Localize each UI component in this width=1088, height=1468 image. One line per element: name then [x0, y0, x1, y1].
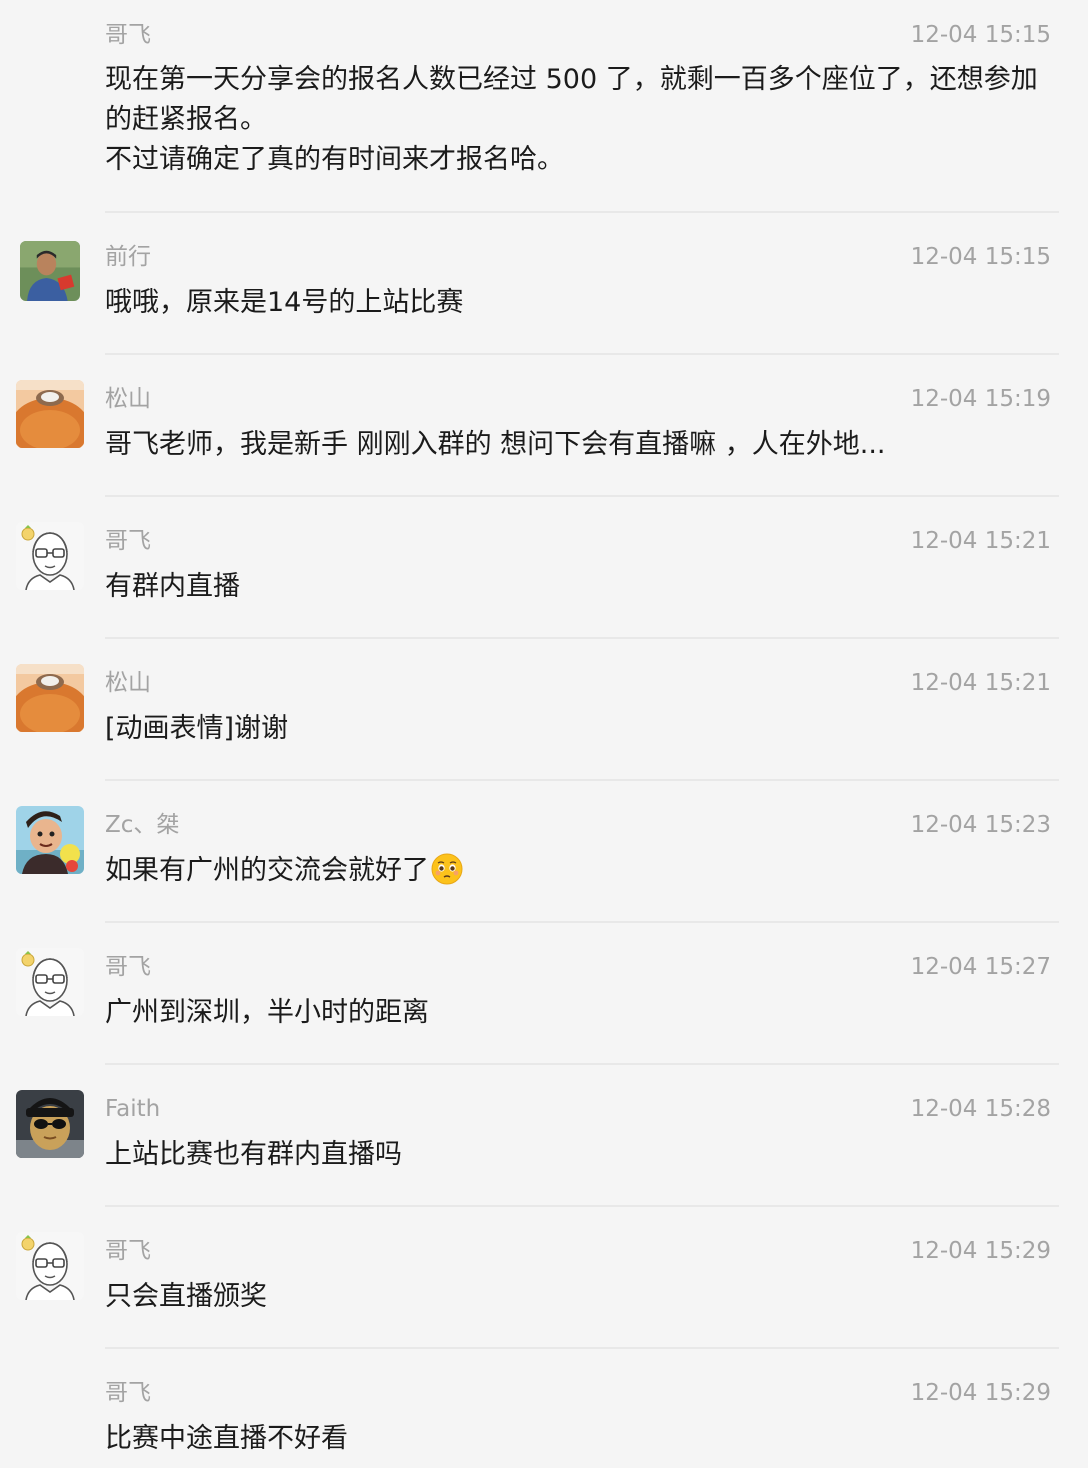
- message-timestamp: 12-04 15:28: [910, 1096, 1051, 1122]
- chat-message-list: 哥飞 12-04 15:15 现在第一天分享会的报名人数已经过 500 了，就剩…: [0, 0, 1088, 1468]
- cartoon-glasses-avatar[interactable]: [16, 948, 84, 1016]
- message-text: 上站比赛也有群内直播吗: [105, 1139, 402, 1170]
- message-timestamp: 12-04 15:21: [910, 528, 1051, 554]
- message-text: 如果有广州的交流会就好了: [105, 851, 1050, 891]
- message-text: 哦哦，原来是14号的上站比赛: [105, 287, 464, 318]
- sender-name[interactable]: 哥飞: [105, 952, 151, 982]
- chat-message: 哥飞 12-04 15:27 广州到深圳，半小时的距离: [0, 922, 1088, 1064]
- bread-avatar[interactable]: [16, 664, 84, 732]
- message-text: 哥飞老师，我是新手 刚刚入群的 想问下会有直播嘛 ，人在外地...: [105, 429, 886, 460]
- message-text: 比赛中途直播不好看: [105, 1423, 348, 1454]
- chat-message: Faith 12-04 15:28 上站比赛也有群内直播吗: [0, 1064, 1088, 1206]
- sender-name[interactable]: 哥飞: [105, 1378, 151, 1408]
- sender-name[interactable]: 哥飞: [105, 526, 151, 556]
- chat-message: 前行 12-04 15:15 哦哦，原来是14号的上站比赛: [0, 212, 1088, 354]
- chat-message: 松山 12-04 15:21 [动画表情]谢谢: [0, 638, 1088, 780]
- sender-name[interactable]: 松山: [105, 668, 151, 698]
- message-timestamp: 12-04 15:15: [910, 244, 1051, 270]
- cartoon-glasses-avatar[interactable]: [16, 522, 84, 590]
- message-timestamp: 12-04 15:29: [910, 1380, 1051, 1406]
- sender-name[interactable]: 松山: [105, 384, 151, 414]
- message-text: [动画表情]谢谢: [105, 713, 289, 744]
- message-timestamp: 12-04 15:15: [910, 22, 1051, 48]
- sender-name[interactable]: 前行: [105, 242, 151, 272]
- bread-avatar[interactable]: [16, 380, 84, 448]
- sender-name[interactable]: Faith: [105, 1094, 160, 1124]
- message-timestamp: 12-04 15:21: [910, 670, 1051, 696]
- chat-message: 哥飞 12-04 15:29 比赛中途直播不好看: [0, 1348, 1088, 1468]
- cartoon-glasses-avatar[interactable]: [16, 1232, 84, 1300]
- message-timestamp: 12-04 15:27: [910, 954, 1051, 980]
- sender-name[interactable]: Zc、桀: [105, 810, 179, 840]
- chat-message: 哥飞 12-04 15:29 只会直播颁奖: [0, 1206, 1088, 1348]
- person-photo-avatar[interactable]: [20, 241, 80, 301]
- message-text: 广州到深圳，半小时的距离: [105, 997, 429, 1028]
- message-text: 有群内直播: [105, 571, 240, 602]
- chat-message: 哥飞 12-04 15:21 有群内直播: [0, 496, 1088, 638]
- chat-message: Zc、桀 12-04 15:23 如果有广州的交流会就好了: [0, 780, 1088, 922]
- pleading-face-emoji: [431, 853, 463, 885]
- sunglasses-person-avatar[interactable]: [16, 1090, 84, 1158]
- message-text: 只会直播颁奖: [105, 1281, 267, 1312]
- message-timestamp: 12-04 15:19: [910, 386, 1051, 412]
- message-text: 现在第一天分享会的报名人数已经过 500 了，就剩一百多个座位了，还想参加的赶紧…: [105, 64, 1038, 175]
- sender-name[interactable]: 哥飞: [105, 20, 151, 50]
- message-timestamp: 12-04 15:23: [910, 812, 1051, 838]
- message-text-content: 如果有广州的交流会就好了: [105, 855, 429, 886]
- chat-message: 哥飞 12-04 15:15 现在第一天分享会的报名人数已经过 500 了，就剩…: [0, 0, 1088, 212]
- message-timestamp: 12-04 15:29: [910, 1238, 1051, 1264]
- sender-name[interactable]: 哥飞: [105, 1236, 151, 1266]
- chat-message: 松山 12-04 15:19 哥飞老师，我是新手 刚刚入群的 想问下会有直播嘛 …: [0, 354, 1088, 496]
- cartoon-character-avatar[interactable]: [16, 806, 84, 874]
